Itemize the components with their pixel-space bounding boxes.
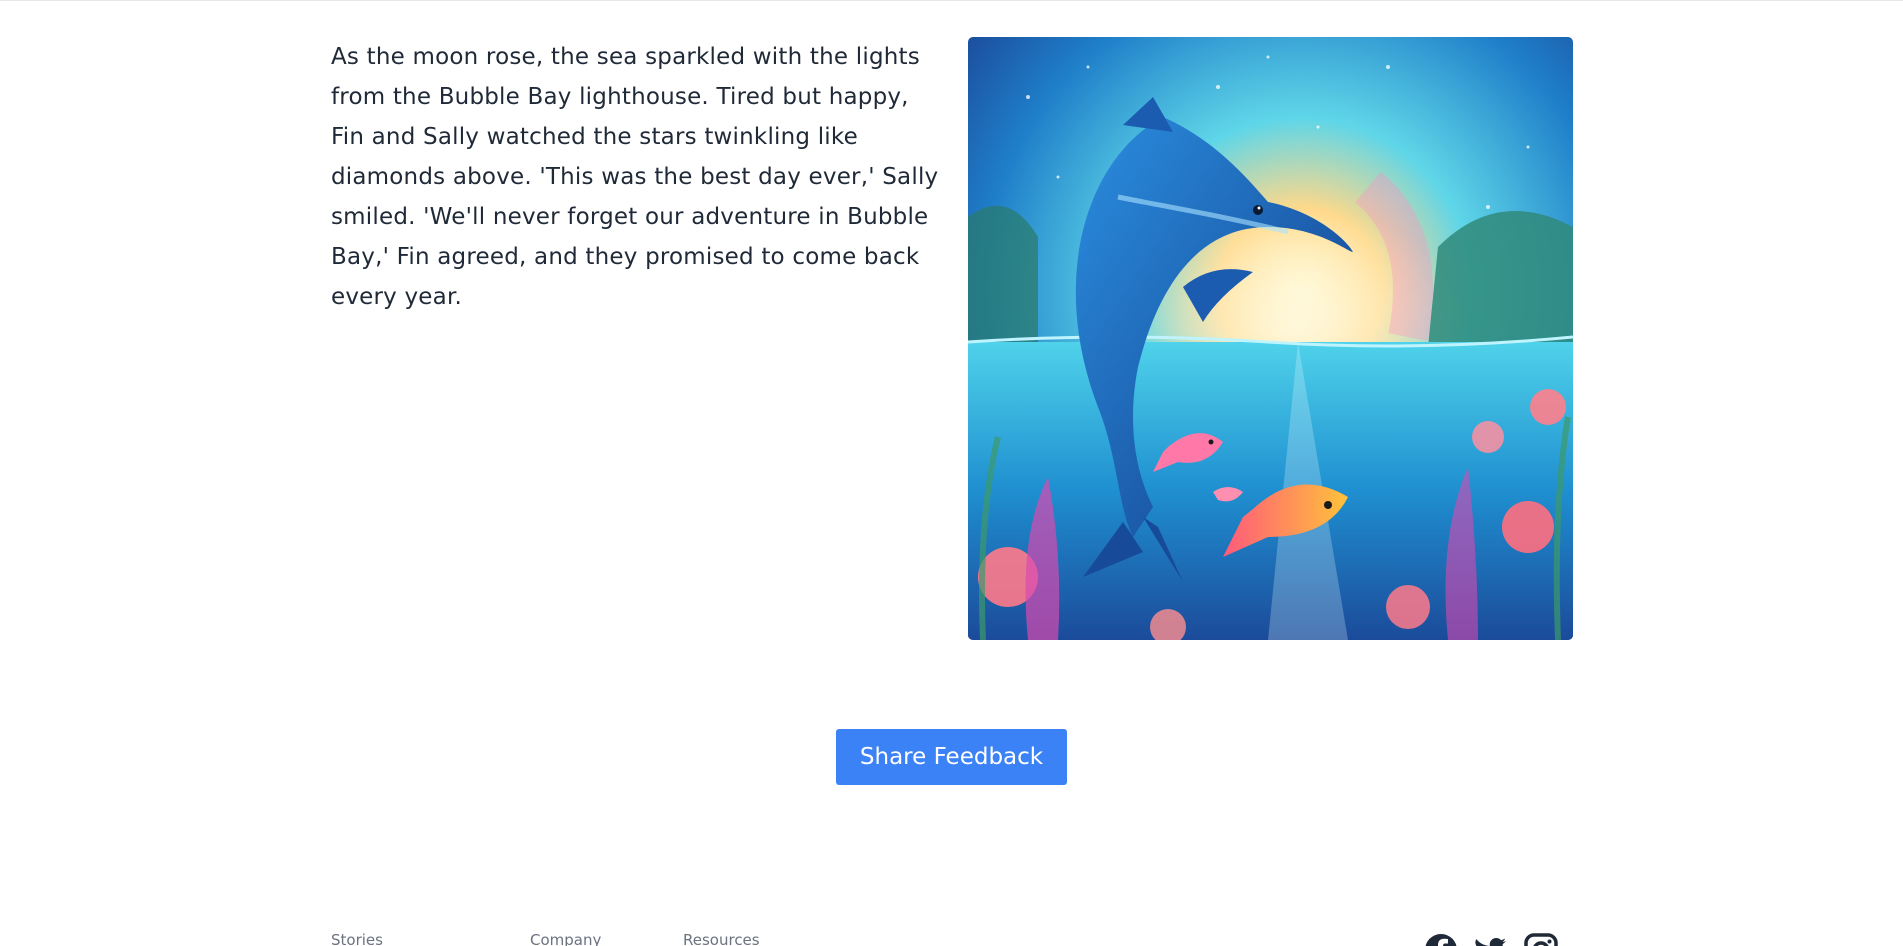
footer-heading-resources[interactable]: Resources [683,931,760,946]
feedback-area: Share Feedback [836,729,1067,785]
footer: Stories Company Resources [0,925,1903,946]
footer-heading-company[interactable]: Company [530,931,601,946]
story-page: As the moon rose, the sea sparkled with … [331,37,1573,642]
facebook-icon[interactable] [1424,933,1458,946]
share-feedback-button[interactable]: Share Feedback [836,729,1067,785]
footer-heading-stories[interactable]: Stories [331,931,383,946]
header-divider [0,0,1903,1]
instagram-icon[interactable] [1524,933,1558,946]
story-illustration [968,37,1573,640]
story-paragraph: As the moon rose, the sea sparkled with … [331,44,939,310]
twitter-icon[interactable] [1474,933,1508,946]
